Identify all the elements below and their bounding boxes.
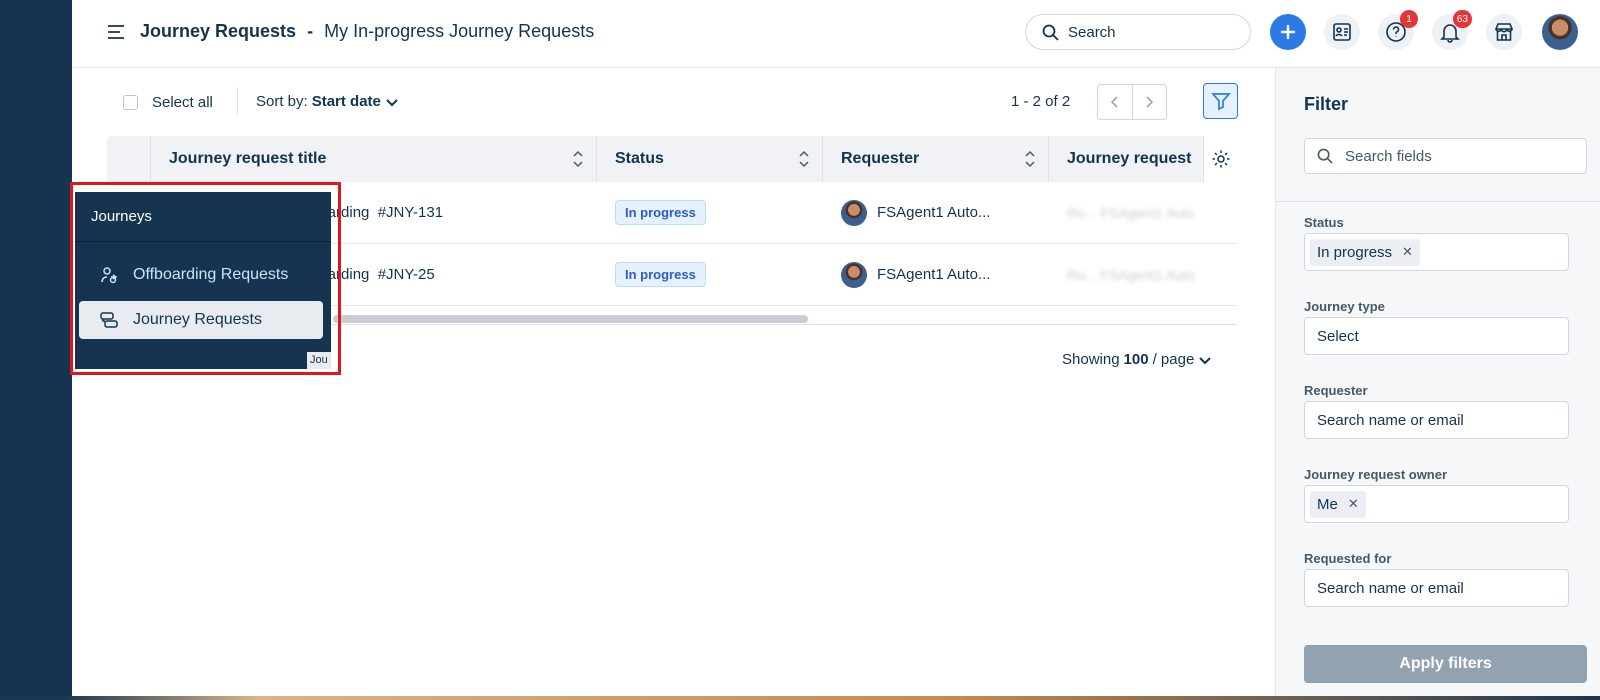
filter-title: Filter (1304, 94, 1349, 114)
chevron-right-icon (1146, 96, 1154, 108)
search-fields-input[interactable]: Search fields (1304, 138, 1587, 174)
contact-card-icon (1333, 23, 1351, 41)
requester-cell: FSAgent1 Auto... (823, 182, 1049, 244)
next-page-button[interactable] (1133, 85, 1167, 119)
status-badge: In progress (615, 200, 706, 225)
column-label: Requester (841, 150, 920, 167)
plus-icon (1281, 25, 1295, 39)
owner-name-blurred: Ro... FSAgent1 Auto (1067, 204, 1195, 221)
chevron-down-icon (386, 98, 398, 106)
top-header: Journey Requests - My In-progress Journe… (72, 0, 1600, 68)
status-label: Status (1304, 215, 1344, 230)
column-header-requester[interactable]: Requester (823, 136, 1049, 182)
chevron-down-icon (1199, 356, 1212, 364)
table-header: Journey request title Status Requester J… (107, 136, 1237, 182)
expand-sidebar-chevron-icon[interactable] (0, 0, 72, 700)
column-settings-gear-icon[interactable] (1203, 136, 1237, 182)
add-new-button[interactable] (1270, 14, 1306, 50)
owner-label: Journey request owner (1304, 467, 1448, 482)
chevron-left-icon (1110, 96, 1118, 108)
select-all[interactable]: Select all (123, 94, 213, 111)
status-field[interactable]: In progress ✕ (1304, 233, 1569, 271)
showing-suffix: / page (1152, 351, 1195, 368)
requester-placeholder: Search name or email (1317, 411, 1464, 429)
help-badge: 1 (1400, 10, 1418, 28)
showing-prefix: Showing (1062, 351, 1120, 368)
owner-tag: Me ✕ (1310, 490, 1366, 518)
filter-panel: Filter Search fields Status In progress … (1275, 68, 1600, 700)
list-toolbar: Select all Sort by: Start date 1 - 2 of … (107, 82, 1238, 122)
header-checkbox-cell (107, 136, 151, 182)
search-fields-placeholder: Search fields (1345, 147, 1432, 165)
select-all-checkbox[interactable] (123, 95, 138, 110)
owner-cell: Ro... FSAgent1 Auto (1049, 182, 1237, 244)
filter-divider (1276, 201, 1600, 202)
scrollbar-thumb[interactable] (333, 315, 808, 323)
hamburger-menu-icon[interactable] (106, 22, 126, 47)
previous-page-button[interactable] (1098, 85, 1133, 119)
column-label: Journey request (1067, 150, 1192, 167)
select-all-label: Select all (152, 94, 213, 111)
help-button[interactable]: 1 (1378, 10, 1418, 50)
sort-dropdown[interactable]: Sort by: Start date (256, 93, 399, 110)
sort-arrows-icon[interactable] (798, 149, 810, 169)
owner-cell: Ro... FSAgent1 Auto (1049, 244, 1237, 306)
user-avatar[interactable] (1542, 14, 1578, 50)
apply-filters-button[interactable]: Apply filters (1304, 645, 1587, 683)
status-cell: In progress (597, 244, 823, 306)
journey-type-value: Select (1317, 327, 1359, 345)
bottom-edge-strip (0, 696, 1600, 700)
avatar (841, 261, 867, 288)
title-separator: - (307, 21, 314, 41)
requested-for-input[interactable]: Search name or email (1304, 569, 1569, 607)
status-tag: In progress ✕ (1310, 238, 1420, 266)
app-title: Journey Requests (140, 21, 297, 41)
notifications-button[interactable]: 63 (1432, 10, 1472, 50)
avatar (841, 199, 867, 226)
filter-funnel-icon (1210, 93, 1231, 111)
marketplace-button[interactable] (1486, 14, 1522, 50)
pagination-text: 1 - 2 of 2 (1011, 93, 1071, 110)
pagination-controls (1097, 84, 1167, 120)
requester-cell: FSAgent1 Auto... (823, 244, 1049, 306)
search-icon (1042, 24, 1059, 41)
column-label: Status (615, 150, 664, 167)
sort-value: Start date (311, 93, 381, 110)
page-title: Journey Requests - My In-progress Journe… (140, 21, 594, 42)
sort-arrows-icon[interactable] (1024, 149, 1036, 169)
requested-for-label: Requested for (1304, 551, 1392, 566)
highlight-box (70, 182, 341, 375)
requester-name[interactable]: FSAgent1 Auto... (877, 204, 990, 221)
owner-field[interactable]: Me ✕ (1304, 485, 1569, 523)
owner-tag-label: Me (1317, 495, 1338, 513)
search-placeholder: Search (1068, 23, 1116, 41)
sort-label: Sort by: (256, 93, 308, 110)
sort-arrows-icon[interactable] (572, 149, 584, 169)
journey-type-select[interactable]: Select (1304, 317, 1569, 355)
remove-tag-close-icon[interactable]: ✕ (1402, 244, 1413, 260)
remove-tag-close-icon[interactable]: ✕ (1348, 496, 1359, 512)
column-header-status[interactable]: Status (597, 136, 823, 182)
page-size-dropdown[interactable]: Showing 100 / page (1062, 351, 1212, 368)
owner-name-blurred: Ro... FSAgent1 Auto (1067, 266, 1195, 283)
view-title[interactable]: My In-progress Journey Requests (324, 21, 594, 41)
search-icon (1317, 148, 1333, 164)
status-badge: In progress (615, 262, 706, 287)
status-cell: In progress (597, 182, 823, 244)
column-header-title[interactable]: Journey request title (151, 136, 597, 182)
requested-for-placeholder: Search name or email (1317, 579, 1464, 597)
toolbar-divider (237, 87, 238, 115)
store-icon (1494, 23, 1514, 41)
page-size-value: 100 (1123, 351, 1149, 368)
requester-name[interactable]: FSAgent1 Auto... (877, 266, 990, 283)
journey-type-label: Journey type (1304, 299, 1385, 314)
notifications-badge: 63 (1452, 10, 1472, 28)
contacts-button[interactable] (1324, 14, 1360, 50)
status-tag-label: In progress (1317, 243, 1393, 261)
filter-toggle-button[interactable] (1203, 83, 1238, 119)
column-label: Journey request title (169, 150, 327, 167)
requester-label: Requester (1304, 383, 1368, 398)
requester-input[interactable]: Search name or email (1304, 401, 1569, 439)
global-search-input[interactable]: Search (1025, 14, 1251, 50)
